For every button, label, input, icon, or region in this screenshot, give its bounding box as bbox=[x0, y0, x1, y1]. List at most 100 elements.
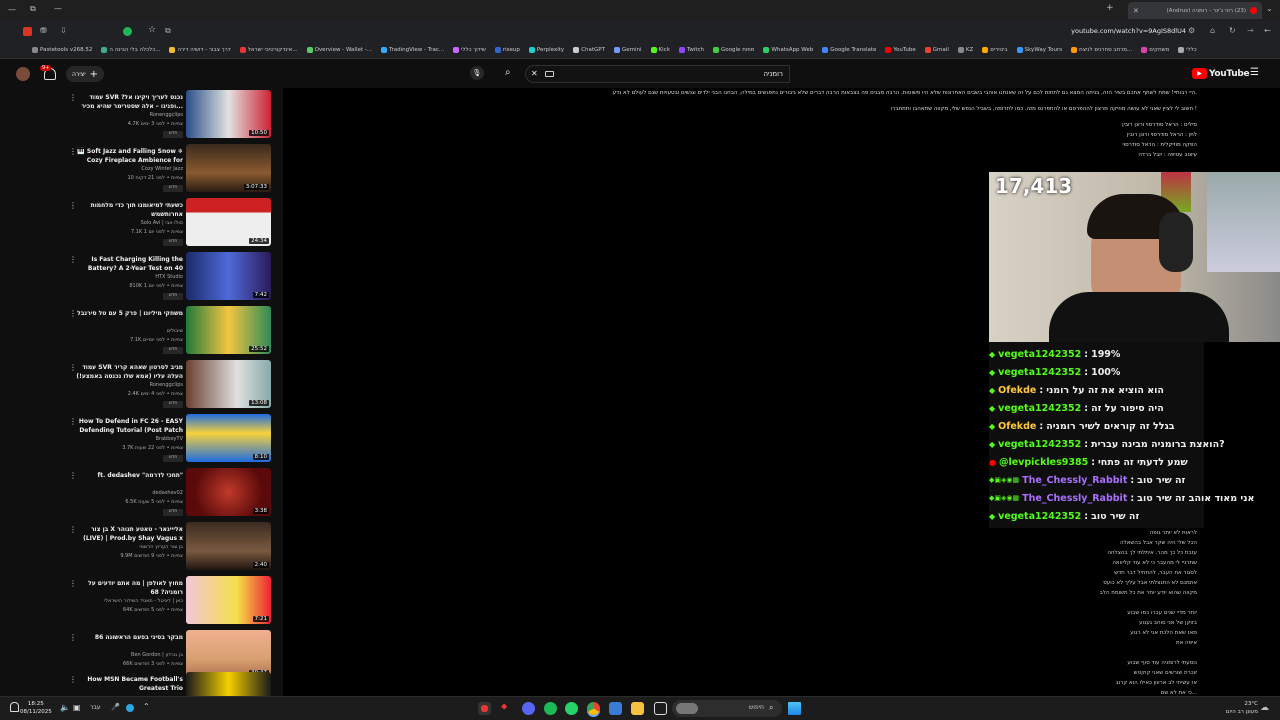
file-explorer-icon[interactable] bbox=[631, 702, 644, 715]
video-title[interactable]: How To Defend in FC 26 - EASY Defending … bbox=[75, 417, 183, 435]
home-icon[interactable]: ⌂ bbox=[1210, 26, 1215, 35]
video-channel[interactable]: Ronenggclips bbox=[75, 382, 183, 388]
list-item[interactable]: ⋮ משחקי מיליונו | פרק 5 עם טל סירנבל שיב… bbox=[55, 306, 275, 358]
reload-icon[interactable]: ↻ bbox=[1229, 26, 1236, 35]
notification-bell-icon[interactable] bbox=[10, 702, 19, 712]
extension-icon[interactable] bbox=[23, 27, 32, 36]
bookmark-item[interactable]: Kick bbox=[650, 47, 670, 53]
bookmark-item[interactable]: שידוך כללי bbox=[453, 47, 486, 53]
close-tab-icon[interactable]: ✕ bbox=[1133, 7, 1139, 15]
taskbar-clock[interactable]: 18:25 08/11/2025 bbox=[20, 700, 52, 716]
video-thumbnail[interactable]: 2:40 bbox=[186, 522, 271, 570]
video-channel[interactable]: בן צור הערוץ הרשמי bbox=[75, 544, 183, 550]
bookmark-item[interactable]: TradingView - Trac... bbox=[380, 47, 444, 53]
video-channel[interactable]: Cozy Winter Jazz bbox=[75, 166, 183, 172]
list-item[interactable]: ⋮ ft. dedashev "תחכי לדרמה" dedashev02 6… bbox=[55, 468, 275, 520]
list-item[interactable]: ⋮ How To Defend in FC 26 - EASY Defendin… bbox=[55, 414, 275, 466]
back-icon[interactable]: ← bbox=[1264, 26, 1271, 35]
video-channel[interactable]: dedashev02 bbox=[75, 490, 183, 496]
list-item[interactable]: ⋮ Is Fast Charging Killing the Battery? … bbox=[55, 252, 275, 304]
video-channel[interactable]: Ben Gordon | בן גורדון bbox=[75, 652, 183, 658]
bookmark-item[interactable]: SkyWay Tours bbox=[1016, 47, 1062, 53]
video-thumbnail[interactable]: 10:50 bbox=[186, 90, 271, 138]
video-thumbnail[interactable]: 3:07:33 bbox=[186, 144, 271, 192]
bookmark-item[interactable]: YouTube bbox=[885, 47, 916, 53]
video-channel[interactable]: Ronenggclips bbox=[75, 112, 183, 118]
video-title[interactable]: בן צור X אליייגאר - טאטע תנוהר (LIVE) | … bbox=[75, 525, 183, 543]
store-icon[interactable] bbox=[609, 702, 622, 715]
bookmark-item[interactable]: כלכלה בלי הבינה ה... bbox=[101, 47, 160, 53]
chrome-icon[interactable] bbox=[587, 702, 600, 715]
bookmark-item[interactable]: ChatGPT bbox=[573, 47, 605, 53]
bookmark-item[interactable]: Twitch bbox=[678, 47, 704, 53]
search-input[interactable]: ✕ רומניה bbox=[525, 65, 790, 83]
tray-overflow-icon[interactable]: ⌃ bbox=[143, 702, 150, 711]
video-title[interactable]: How MSN Became Football's Greatest Trio bbox=[75, 675, 183, 693]
tray-app-icon[interactable] bbox=[126, 704, 134, 712]
bookmark-item[interactable]: מרחב סחרנים לניצח... bbox=[1071, 47, 1132, 53]
video-title[interactable]: עמוד SVR נכנס לעריך ויקינו אל? ופנינו – … bbox=[75, 93, 183, 111]
tab-list-icon[interactable]: ⌄ bbox=[1266, 4, 1273, 13]
task-view-icon[interactable] bbox=[654, 702, 667, 715]
tune-icon[interactable]: ⚙ bbox=[1188, 26, 1195, 35]
taskbar-search[interactable]: חיפוש ⌕ bbox=[672, 700, 782, 717]
list-item[interactable]: ⋮ 🎹 Soft Jazz and Falling Snow ❄ Cozy Fi… bbox=[55, 144, 275, 196]
chrome-record-icon[interactable] bbox=[478, 702, 491, 715]
list-item[interactable]: ⋮ מחוץ לאולפן | מה אתם יודעים על רומניה?… bbox=[55, 576, 275, 628]
video-thumbnail[interactable]: 3:38 bbox=[186, 468, 271, 516]
bookmark-item[interactable]: Gmail bbox=[924, 47, 949, 53]
close-window-icon[interactable]: — bbox=[54, 4, 62, 13]
video-channel[interactable]: BrabbeyTV bbox=[75, 436, 183, 442]
list-item[interactable]: ⋮ בן צור X אליייגאר - טאטע תנוהר (LIVE) … bbox=[55, 522, 275, 574]
keyboard-icon[interactable] bbox=[545, 71, 554, 77]
video-thumbnail[interactable]: 7:21 bbox=[186, 576, 271, 624]
video-title[interactable]: 🎹 Soft Jazz and Falling Snow ❄ Cozy Fire… bbox=[75, 147, 183, 165]
bookmark-item[interactable]: דרך צבור - דושיה דירה bbox=[169, 47, 231, 53]
whatsapp-icon[interactable] bbox=[565, 702, 578, 715]
bookmark-item[interactable]: Pastetools v268.52 bbox=[32, 47, 92, 53]
video-title[interactable]: Is Fast Charging Killing the Battery? A … bbox=[75, 255, 183, 273]
list-item[interactable]: ⋮ עמוד SVR נכנס לעריך ויקינו אל? ופנינו … bbox=[55, 90, 275, 142]
search-icon[interactable]: ⌕ bbox=[505, 67, 511, 78]
video-channel[interactable]: HTX Studio bbox=[75, 274, 183, 280]
video-thumbnail[interactable]: 24:34 bbox=[186, 198, 271, 246]
restore-window-icon[interactable]: ⧉ bbox=[30, 4, 36, 14]
youtube-logo[interactable]: ▶ YouTube bbox=[1192, 68, 1250, 79]
language-indicator[interactable]: עבר bbox=[90, 704, 101, 711]
bookmark-item[interactable]: Perplexity bbox=[528, 47, 564, 53]
video-thumbnail[interactable]: 7:42 bbox=[186, 252, 271, 300]
bookmark-star-icon[interactable]: ☆ bbox=[148, 25, 156, 35]
mic-tray-icon[interactable]: 🎤 bbox=[111, 703, 120, 711]
pin-app-icon[interactable]: ⬥ bbox=[501, 702, 514, 715]
menu-hamburger-icon[interactable]: ☰ bbox=[1250, 67, 1259, 78]
bookmark-item[interactable]: Gemini bbox=[613, 47, 642, 53]
share-icon[interactable]: ⧉ bbox=[165, 26, 171, 36]
video-title[interactable]: כשעתי למיאומנו תוך כדי מלחמות אחרותשמש bbox=[75, 201, 183, 219]
video-title[interactable]: עמוד SVR מגיב לסרטון שאהא קריר העלה עליו… bbox=[75, 363, 183, 381]
bookmark-item[interactable]: Google Translate bbox=[822, 47, 876, 53]
video-thumbnail[interactable]: 8:10 bbox=[186, 414, 271, 462]
network-icon[interactable]: ▣ bbox=[73, 703, 81, 712]
mic-icon[interactable]: 🎙 bbox=[470, 66, 484, 80]
bookmark-item[interactable]: Overview - Wallet -... bbox=[306, 47, 372, 53]
list-item[interactable]: ⋮ How MSN Became Football's Greatest Tri… bbox=[55, 672, 275, 696]
bookmark-item[interactable]: riseup bbox=[494, 47, 520, 53]
bookmark-item[interactable]: KZ bbox=[957, 47, 973, 53]
clear-search-icon[interactable]: ✕ bbox=[531, 69, 538, 78]
video-title[interactable]: מחוץ לאולפן | מה אתם יודעים על רומניה? 6… bbox=[75, 579, 183, 597]
video-thumbnail[interactable]: 39:47 bbox=[186, 630, 271, 678]
video-title[interactable]: ft. dedashev "תחכי לדרמה" bbox=[75, 471, 183, 480]
video-channel[interactable]: כאן | דיגיטל - תאגיד השידור הישראלי bbox=[75, 598, 183, 604]
discord-icon[interactable] bbox=[522, 702, 535, 715]
bookmark-item[interactable]: כללי bbox=[1178, 47, 1197, 53]
address-bar[interactable]: youtube.com/watch?v=9AgIS8dlU4 bbox=[180, 24, 1200, 39]
list-item[interactable]: ⋮ עמוד SVR מגיב לסרטון שאהא קריר העלה על… bbox=[55, 360, 275, 412]
video-thumbnail[interactable]: 25:52 bbox=[186, 306, 271, 354]
weather-widget[interactable]: 23°C מעונן רב היום bbox=[1210, 700, 1258, 716]
browser-tab-active[interactable]: ✕ (23) רוני ג'ינר - רומניה (Andrus) bbox=[1128, 2, 1262, 19]
create-button[interactable]: יצירה + bbox=[66, 66, 104, 82]
bookmark-item[interactable]: WhatsApp Web bbox=[763, 47, 813, 53]
minimize-window-icon[interactable]: — bbox=[8, 5, 16, 14]
volume-icon[interactable]: 🔈 bbox=[60, 703, 70, 712]
bookmark-item[interactable]: בינוירים bbox=[982, 47, 1008, 53]
